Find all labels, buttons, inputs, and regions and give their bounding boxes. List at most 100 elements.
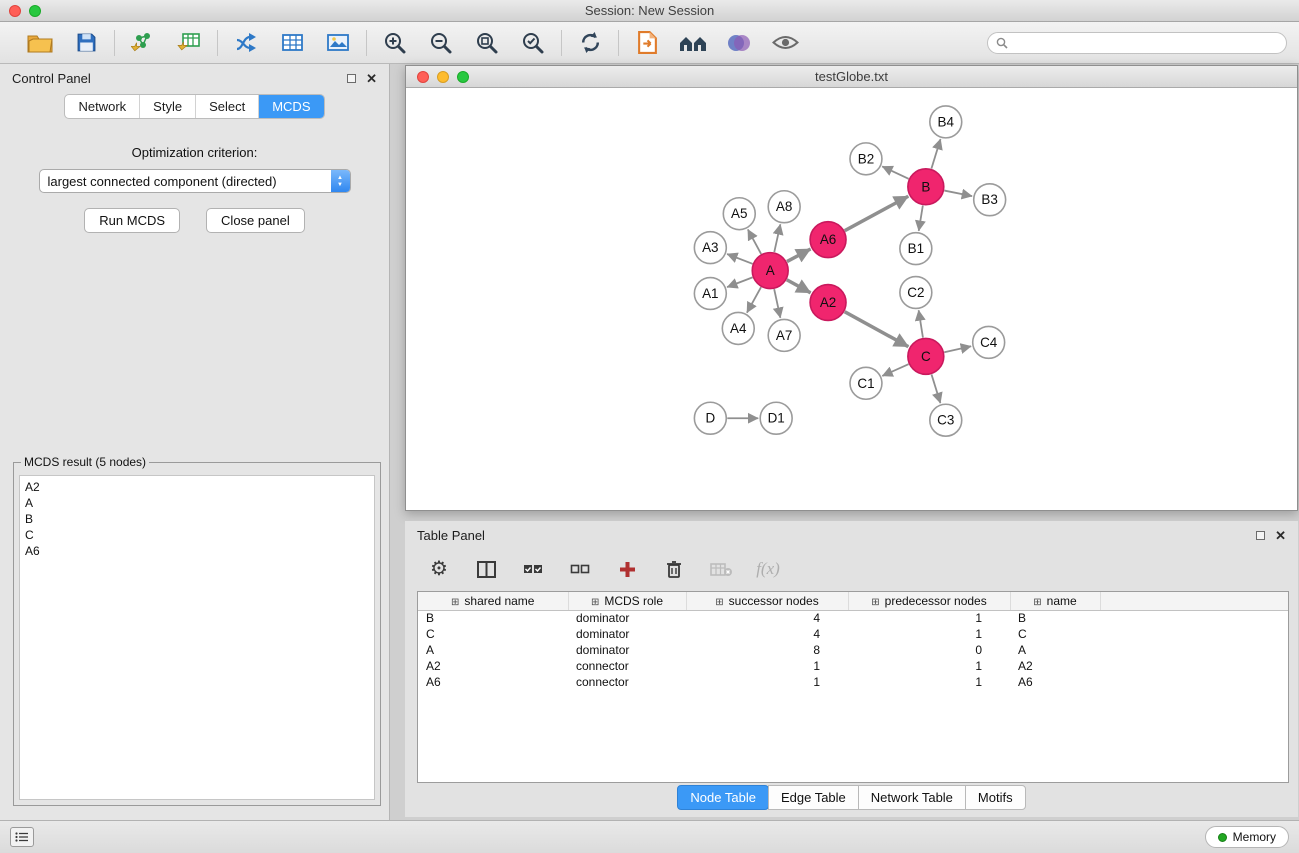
zoom-window-button[interactable] (29, 5, 41, 17)
show-hide-icon[interactable] (770, 28, 800, 58)
graph-edge-A-A2[interactable] (787, 280, 811, 293)
import-network-icon[interactable] (128, 28, 158, 58)
graph-edge-A-A6[interactable] (787, 249, 811, 262)
import-table-icon[interactable] (174, 28, 204, 58)
graph-edge-A6-B[interactable] (845, 196, 909, 230)
select-all-rows-icon[interactable] (521, 557, 545, 581)
home-icon[interactable] (678, 28, 708, 58)
column-type-icon: ⊞ (591, 597, 599, 608)
close-panel-button[interactable]: Close panel (206, 208, 305, 233)
column-header-successor-nodes[interactable]: ⊞successor nodes (686, 592, 848, 610)
graph-edge-B-B1[interactable] (919, 206, 923, 231)
style-compare-icon[interactable] (724, 28, 754, 58)
save-session-icon[interactable] (71, 28, 101, 58)
node-table-header-row: ⊞shared name⊞MCDS role⊞successor nodes⊞p… (418, 592, 1288, 610)
tab-motifs[interactable]: Motifs (965, 785, 1026, 810)
toolbar-search (987, 32, 1287, 54)
node-table-body: Bdominator41BCdominator41CAdominator80AA… (418, 610, 1288, 690)
run-mcds-button[interactable]: Run MCDS (84, 208, 180, 233)
graph-edge-C-C1[interactable] (882, 364, 908, 376)
graph-edge-B-B4[interactable] (931, 139, 940, 169)
table-settings-icon[interactable]: ⚙ (427, 557, 451, 581)
table-row[interactable]: Cdominator41C (418, 626, 1288, 642)
zoom-fit-icon[interactable] (472, 28, 502, 58)
table-row[interactable]: Adominator80A (418, 642, 1288, 658)
zoom-selected-icon[interactable] (518, 28, 548, 58)
zoom-in-icon[interactable] (380, 28, 410, 58)
graph-edge-B-B2[interactable] (882, 166, 908, 178)
table-row[interactable]: Bdominator41B (418, 610, 1288, 626)
graph-node-label-D1: D1 (768, 411, 785, 426)
memory-label: Memory (1233, 830, 1276, 844)
tab-network-table[interactable]: Network Table (858, 785, 966, 810)
delete-row-icon[interactable] (662, 557, 686, 581)
add-row-icon[interactable] (615, 557, 639, 581)
graph-edge-A-A8[interactable] (774, 224, 780, 252)
graph-edge-A-A1[interactable] (727, 277, 752, 287)
search-input[interactable] (1013, 36, 1278, 50)
task-history-icon[interactable] (10, 827, 34, 847)
network-zoom-button[interactable] (457, 71, 469, 83)
graph-edge-A-A4[interactable] (747, 287, 761, 313)
network-close-button[interactable] (417, 71, 429, 83)
column-header-name[interactable]: ⊞name (1010, 592, 1100, 610)
new-network-icon[interactable] (231, 28, 261, 58)
titlebar: Session: New Session (0, 0, 1299, 22)
graph-edge-B-B3[interactable] (944, 191, 972, 197)
tab-node-table[interactable]: Node Table (677, 785, 769, 810)
graph-edge-A-A5[interactable] (748, 229, 761, 253)
graph-node-label-B4: B4 (938, 114, 955, 129)
column-type-icon: ⊞ (715, 597, 723, 608)
tab-edge-table[interactable]: Edge Table (768, 785, 859, 810)
float-table-panel-icon[interactable] (1256, 531, 1265, 540)
export-image-icon[interactable] (323, 28, 353, 58)
column-header-shared-name[interactable]: ⊞shared name (418, 592, 568, 610)
network-canvas[interactable]: B4B2BB3A5A8A6A3B1AA1C2A2A4A7C4CC1DD1C3 (406, 89, 1297, 510)
graph-edge-C-C2[interactable] (919, 310, 923, 337)
column-header-predecessor-nodes[interactable]: ⊞predecessor nodes (848, 592, 1010, 610)
apply-layout-icon[interactable] (575, 28, 605, 58)
graph-node-label-A4: A4 (730, 321, 747, 336)
delete-table-icon[interactable] (709, 557, 733, 581)
mcds-result-box: MCDS result (5 nodes) A2ABCA6 (13, 455, 381, 806)
close-window-button[interactable] (9, 5, 21, 17)
deselect-all-rows-icon[interactable] (568, 557, 592, 581)
close-table-panel-icon[interactable]: ✕ (1275, 529, 1286, 542)
graph-node-label-C4: C4 (980, 335, 998, 350)
graph-edge-C-C3[interactable] (932, 374, 941, 403)
session-file-icon[interactable] (632, 28, 662, 58)
graph-node-label-A5: A5 (731, 206, 747, 221)
zoom-out-icon[interactable] (426, 28, 456, 58)
window-title: Session: New Session (585, 3, 714, 18)
memory-button[interactable]: Memory (1205, 826, 1289, 848)
function-builder-icon[interactable]: f(x) (756, 557, 780, 581)
float-panel-icon[interactable] (347, 74, 356, 83)
optimization-criterion-label: Optimization criterion: (0, 145, 389, 160)
table-row[interactable]: A2connector11A2 (418, 658, 1288, 674)
graph-node-label-A3: A3 (702, 240, 718, 255)
column-header-MCDS-role[interactable]: ⊞MCDS role (568, 592, 686, 610)
network-window-title: testGlobe.txt (815, 69, 888, 84)
tab-style[interactable]: Style (140, 95, 196, 118)
network-minimize-button[interactable] (437, 71, 449, 83)
graph-edge-A2-C[interactable] (845, 312, 909, 347)
column-visibility-icon[interactable] (474, 557, 498, 581)
mcds-result-list[interactable]: A2ABCA6 (19, 475, 375, 800)
graph-node-label-A1: A1 (702, 286, 718, 301)
graph-node-label-B1: B1 (908, 241, 924, 256)
tab-mcds[interactable]: MCDS (259, 95, 323, 118)
column-type-icon: ⊞ (451, 597, 459, 608)
tab-select[interactable]: Select (196, 95, 259, 118)
open-session-icon[interactable] (25, 28, 55, 58)
graph-edge-A-A3[interactable] (727, 254, 752, 264)
table-row[interactable]: A6connector11A6 (418, 674, 1288, 690)
close-panel-icon[interactable]: ✕ (366, 72, 377, 85)
tab-network[interactable]: Network (65, 95, 140, 118)
graph-edge-A-A7[interactable] (774, 289, 780, 318)
graph-edge-C-C4[interactable] (944, 346, 971, 352)
optimization-criterion-dropdown[interactable]: largest connected component (directed) ▲… (39, 169, 351, 193)
column-type-icon: ⊞ (871, 597, 879, 608)
control-panel-tabs: Network Style Select MCDS (0, 94, 389, 119)
control-panel: Control Panel ✕ Network Style Select MCD… (0, 64, 390, 820)
new-table-icon[interactable] (277, 28, 307, 58)
